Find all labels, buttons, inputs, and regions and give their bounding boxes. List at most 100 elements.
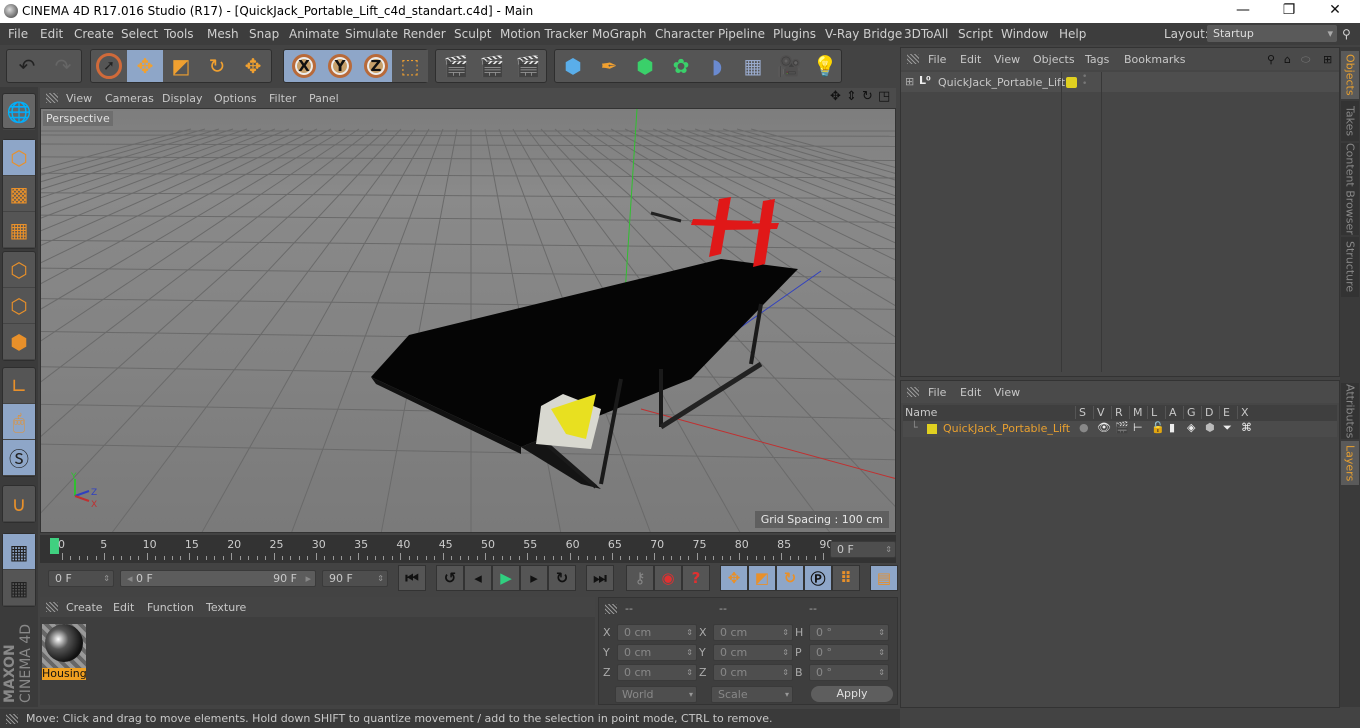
coord-field[interactable]: 0 cm ⇕ — [617, 664, 697, 681]
key-rotation-icon[interactable]: ↻ — [776, 565, 804, 591]
render-picture-viewer-icon[interactable]: 🎬 — [474, 50, 510, 82]
menu-file[interactable]: File — [8, 27, 28, 41]
menu-sculpt[interactable]: Sculpt — [454, 27, 491, 41]
expand-icon[interactable]: ⊞ — [905, 75, 914, 88]
viewport-move-icon[interactable]: ✥ — [830, 89, 841, 104]
layer-column-name[interactable]: Name — [905, 406, 937, 419]
close-button[interactable]: ✕ — [1320, 2, 1350, 20]
menu-pipeline[interactable]: Pipeline — [718, 27, 765, 41]
3d-viewport[interactable]: Y Z X Perspective Grid Spacing : 100 cm — [40, 108, 896, 533]
tab-takes[interactable]: Takes — [1341, 101, 1359, 141]
deformer-icon[interactable]: ◗ — [699, 50, 735, 82]
tweak-mode-icon[interactable]: 🖱 — [3, 404, 35, 440]
menu-plugins[interactable]: Plugins — [773, 27, 816, 41]
lock-workplane-icon[interactable]: ▦ — [3, 534, 35, 570]
panel-grip[interactable] — [907, 387, 919, 397]
coordinate-system-dropdown[interactable]: World ▾ — [615, 686, 697, 703]
timeline-ruler[interactable]: 0 5 10 15 20 25 30 35 40 45 50 55 60 65 70 75 80 85 90 0 F… — [40, 535, 896, 563]
viewport-layout-icon[interactable]: ◳ — [878, 89, 890, 104]
objects-menu-tags[interactable]: Tags — [1085, 53, 1109, 66]
panel-grip[interactable] — [46, 93, 58, 103]
material-menu-texture[interactable]: Texture — [206, 601, 246, 614]
generators-icon[interactable]: ◈ — [1187, 421, 1195, 434]
menu-script[interactable]: Script — [958, 27, 993, 41]
subdivision-icon[interactable]: ⬢ — [627, 50, 663, 82]
previous-key-icon[interactable]: ↺ — [436, 565, 464, 591]
objects-menu-objects[interactable]: Objects — [1033, 53, 1075, 66]
eye-icon[interactable]: ⬭ — [1301, 53, 1310, 67]
camera-label[interactable]: Perspective — [43, 111, 113, 126]
coord-field[interactable]: 0 cm ⇕ — [713, 644, 793, 661]
layers-menu-file[interactable]: File — [928, 386, 946, 399]
material-menu-edit[interactable]: Edit — [113, 601, 134, 614]
viewport-menu-view[interactable]: View — [66, 92, 92, 105]
workplane-icon[interactable]: ▦ — [3, 570, 35, 606]
menu-animate[interactable]: Animate — [289, 27, 339, 41]
edges-mode-icon[interactable]: ⬡ — [3, 288, 35, 324]
material-menu-function[interactable]: Function — [147, 601, 194, 614]
polygons-mode-icon[interactable]: ⬢ — [3, 324, 35, 360]
animation-icon[interactable]: ▮ — [1169, 421, 1175, 434]
layout-dropdown[interactable]: Startup — [1207, 25, 1337, 42]
layer-column-e[interactable]: E — [1219, 406, 1230, 419]
menu-snap[interactable]: Snap — [249, 27, 279, 41]
timeline-window-icon[interactable]: ▤ — [870, 565, 898, 591]
key-position-icon[interactable]: ✥ — [720, 565, 748, 591]
cloner-icon[interactable]: ✿ — [663, 50, 699, 82]
panel-grip[interactable] — [46, 602, 58, 612]
panel-grip[interactable] — [907, 54, 919, 64]
menu-character[interactable]: Character — [655, 27, 714, 41]
tab-attributes[interactable]: Attributes — [1341, 383, 1359, 439]
light-icon[interactable]: 💡 — [807, 50, 843, 82]
render-icon[interactable]: 🎬 — [1115, 421, 1129, 434]
viewport-zoom-icon[interactable]: ⇕ — [846, 89, 857, 104]
model-mode-icon[interactable]: ⬡ — [3, 140, 35, 176]
undo-icon[interactable]: ↶ — [9, 50, 45, 82]
record-keys-icon[interactable]: ⚷ — [626, 565, 654, 591]
recent-tool-icon[interactable]: ✥ — [235, 50, 271, 82]
search-icon[interactable]: ⚲ — [1267, 53, 1275, 66]
snap-icon[interactable]: Ⓢ — [3, 440, 35, 476]
objects-menu-edit[interactable]: Edit — [960, 53, 981, 66]
size-mode-dropdown[interactable]: Scale ▾ — [711, 686, 793, 703]
render-view-icon[interactable]: 🎬 — [438, 50, 474, 82]
viewport-menu-panel[interactable]: Panel — [309, 92, 339, 105]
camera-icon[interactable]: 🎥 — [771, 50, 807, 82]
world-coordinate-icon[interactable]: ⬚ — [392, 50, 428, 82]
menu-help[interactable]: Help — [1059, 27, 1086, 41]
search-icon[interactable]: ⚲ — [1342, 27, 1351, 41]
viewport-menu-display[interactable]: Display — [162, 92, 203, 105]
tab-layers[interactable]: Layers — [1341, 441, 1359, 485]
object-row[interactable]: ⊞ L⁰ QuickJack_Portable_Lift • • — [901, 72, 1339, 372]
y-axis-lock-button[interactable]: Y — [322, 50, 358, 82]
floor-icon[interactable]: ▦ — [735, 50, 771, 82]
menu-render[interactable]: Render — [403, 27, 446, 41]
layer-column-s[interactable]: S — [1075, 406, 1086, 419]
menu-mograph[interactable]: MoGraph — [592, 27, 647, 41]
z-axis-lock-button[interactable]: Z — [358, 50, 394, 82]
workplane-mode-icon[interactable]: ▦ — [3, 212, 35, 248]
menu-create[interactable]: Create — [74, 27, 114, 41]
material-menu-create[interactable]: Create — [66, 601, 103, 614]
layer-row[interactable]: └ QuickJack_Portable_Lift ● 👁 🎬 ⊢ 🔓 ▮ ◈ … — [903, 421, 1337, 437]
viewport-menu-options[interactable]: Options — [214, 92, 256, 105]
go-to-start-icon[interactable]: ⏮ — [398, 565, 426, 591]
coord-field[interactable]: 0 cm ⇕ — [617, 644, 697, 661]
coord-field[interactable]: 0 ° ⇕ — [809, 664, 889, 681]
menu-tools[interactable]: Tools — [164, 27, 194, 41]
new-view-icon[interactable]: ⊞ — [1323, 53, 1332, 66]
menu-3dtoall[interactable]: 3DToAll — [904, 27, 948, 41]
layer-color-tag[interactable] — [1066, 77, 1077, 88]
texture-mode-icon[interactable]: ▩ — [3, 176, 35, 212]
coord-field[interactable]: 0 cm ⇕ — [713, 664, 793, 681]
visible-in-editor-icon[interactable]: 👁 — [1097, 421, 1111, 434]
pen-icon[interactable]: ✒ — [591, 50, 627, 82]
expressions-icon[interactable]: ⏷ — [1223, 421, 1232, 435]
layer-column-l[interactable]: L — [1147, 406, 1157, 419]
tab-objects[interactable]: Objects — [1341, 51, 1359, 99]
live-selection-icon[interactable]: ➚ — [91, 50, 127, 82]
viewport-menu-filter[interactable]: Filter — [269, 92, 296, 105]
keyframe-selection-icon[interactable]: ? — [682, 565, 710, 591]
coord-field[interactable]: 0 cm ⇕ — [617, 624, 697, 641]
layer-column-x[interactable]: X — [1237, 406, 1249, 419]
